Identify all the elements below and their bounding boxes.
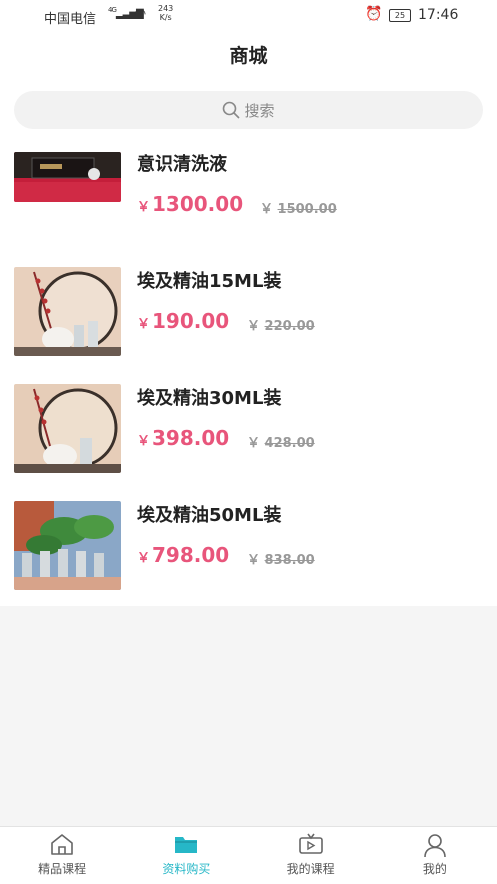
- currency-symbol: ￥: [260, 202, 274, 217]
- product-price: ￥ 798.00: [137, 543, 229, 567]
- tab-profile[interactable]: 我的: [373, 827, 497, 884]
- product-item[interactable]: 意识清洗液 ￥ 1300.00 ￥ 1500.00: [0, 150, 497, 266]
- bottom-tab-bar: 精品课程 资料购买 我的课程 我的: [0, 826, 497, 884]
- wifi-icon: ◠: [134, 6, 147, 22]
- folder-icon: [175, 837, 198, 853]
- carrier-label: 中国电信: [44, 12, 97, 27]
- product-name: 意识清洗液: [137, 154, 227, 175]
- tab-label: 我的: [422, 862, 447, 876]
- search-icon: [223, 101, 241, 119]
- product-item[interactable]: 埃及精油30ML装 ￥ 398.00 ￥ 428.00: [0, 384, 497, 500]
- product-list: 意识清洗液 ￥ 1300.00 ￥ 1500.00 埃及精油15ML装 ￥ 190.…: [0, 138, 497, 606]
- original-price: ￥ 1500.00: [260, 198, 337, 217]
- original-price-value: 220.00: [264, 319, 315, 334]
- currency-symbol: ￥: [247, 436, 261, 451]
- network-speed-value: 243: [158, 4, 174, 13]
- original-price-value: 428.00: [264, 436, 315, 451]
- original-price-value: 1500.00: [277, 202, 337, 217]
- search-placeholder: 搜索: [244, 101, 275, 120]
- network-type: 4G: [108, 6, 117, 14]
- currency-symbol: ￥: [137, 551, 151, 566]
- price-value: 1300.00: [152, 192, 244, 216]
- product-price: ￥ 1300.00: [137, 192, 243, 216]
- user-icon: [424, 834, 446, 858]
- tab-label: 精品课程: [38, 862, 87, 876]
- original-price: ￥ 220.00: [247, 315, 315, 334]
- network-speed-unit: K/s: [159, 13, 172, 22]
- product-price: ￥ 398.00: [137, 426, 229, 450]
- home-icon: [51, 834, 73, 855]
- tab-my-courses[interactable]: 我的课程: [249, 827, 373, 884]
- product-image: [14, 501, 121, 590]
- price-value: 398.00: [152, 426, 230, 450]
- original-price: ￥ 428.00: [247, 432, 315, 451]
- product-image: [14, 152, 121, 202]
- price-value: 798.00: [152, 543, 230, 567]
- original-price: ￥ 838.00: [247, 549, 315, 568]
- tab-featured-courses[interactable]: 精品课程: [0, 827, 124, 884]
- product-image: [14, 384, 121, 473]
- currency-symbol: ￥: [137, 434, 151, 449]
- currency-symbol: ￥: [247, 319, 261, 334]
- original-price-value: 838.00: [264, 553, 315, 568]
- currency-symbol: ￥: [247, 553, 261, 568]
- video-icon: [298, 833, 323, 854]
- page-header: 商城: [0, 34, 497, 78]
- page-title: 商城: [229, 45, 268, 67]
- price-value: 190.00: [152, 309, 230, 333]
- status-time: 17:46: [418, 7, 459, 23]
- product-image: [14, 267, 121, 356]
- status-bar: 中国电信 4G▂▃▅▇ ◠ 243 K/s ⏰ 25 17:46: [0, 0, 497, 34]
- tab-label: 我的课程: [286, 862, 335, 876]
- battery-icon: 25: [389, 9, 411, 22]
- product-item[interactable]: 埃及精油50ML装 ￥ 798.00 ￥ 838.00: [0, 501, 497, 617]
- product-price: ￥ 190.00: [137, 309, 229, 333]
- search-section: 搜索: [0, 78, 497, 138]
- tab-materials-purchase[interactable]: 资料购买: [124, 827, 248, 884]
- network-speed: 243 K/s: [158, 4, 173, 22]
- product-name: 埃及精油15ML装: [137, 271, 282, 292]
- currency-symbol: ￥: [137, 317, 151, 332]
- tab-label: 资料购买: [162, 862, 211, 876]
- product-name: 埃及精油50ML装: [137, 505, 282, 526]
- product-item[interactable]: 埃及精油15ML装 ￥ 190.00 ￥ 220.00: [0, 267, 497, 383]
- alarm-icon: ⏰: [365, 6, 383, 22]
- search-bar[interactable]: 搜索: [14, 91, 483, 129]
- currency-symbol: ￥: [137, 200, 151, 215]
- product-name: 埃及精油30ML装: [137, 388, 282, 409]
